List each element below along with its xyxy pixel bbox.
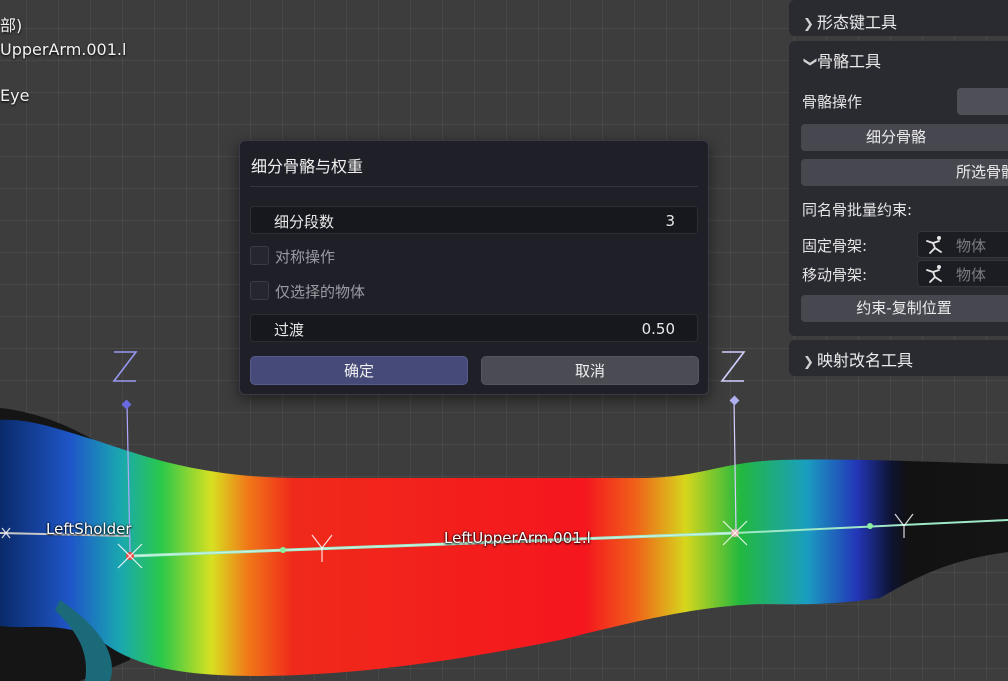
- moving-armature-field[interactable]: 物体: [917, 260, 1008, 287]
- cancel-button[interactable]: 取消: [481, 356, 699, 385]
- viewport-overlay-line-1: 部): [0, 16, 23, 35]
- bone-tools-title: 骨骼工具: [817, 52, 882, 71]
- selected-bones-button[interactable]: 所选骨骼材: [801, 159, 1008, 186]
- shape-keys-section: ❯ 形态键工具: [789, 0, 1008, 36]
- armature-icon: [924, 264, 946, 288]
- bone-tools-section: ❯骨骼工具 骨骼操作 细分骨骼 所选骨骼材 同名骨批量约束: 固定骨架: 物体 …: [789, 41, 1008, 336]
- sidebar-panel: ❯形态键工具 ❯骨骼工具 骨骼操作 细分骨骼 所选骨骼材 同名骨批量约束: 固定…: [789, 0, 1008, 376]
- rename-mapping-header[interactable]: ❯ 映射改名工具: [803, 347, 913, 371]
- subdivide-bones-label: 细分骨骼: [865, 128, 926, 146]
- batch-constraint-label: 同名骨批量约束:: [802, 201, 913, 219]
- selected-only-checkbox[interactable]: [250, 281, 269, 300]
- viewport-overlay-line-3: Eye: [0, 86, 30, 105]
- bone-label-left-upper-arm: LeftUpperArm.001.l: [444, 529, 591, 547]
- segments-value: 3: [665, 212, 675, 230]
- chevron-right-icon: ❯: [803, 355, 814, 370]
- symmetric-checkbox[interactable]: [250, 246, 269, 265]
- bone-tools-header[interactable]: ❯骨骼工具: [802, 48, 882, 72]
- copy-location-constraint-button[interactable]: 约束-复制位置: [801, 295, 1008, 322]
- chevron-down-icon: ❯: [802, 56, 818, 68]
- subdivide-bones-dialog: 细分骨骼与权重 细分段数 3 对称操作 仅选择的物体 过渡 0.50 确定 取消: [239, 140, 709, 395]
- symmetric-label: 对称操作: [275, 248, 336, 266]
- fixed-armature-placeholder: 物体: [956, 237, 987, 255]
- dialog-divider: [250, 186, 698, 187]
- rename-mapping-title: 映射改名工具: [817, 351, 914, 370]
- selected-only-label: 仅选择的物体: [275, 283, 366, 301]
- falloff-field[interactable]: 过渡 0.50: [250, 314, 698, 342]
- shape-keys-title: 形态键工具: [817, 13, 898, 32]
- shape-keys-header[interactable]: ❯ 形态键工具: [803, 9, 897, 33]
- fixed-armature-label: 固定骨架:: [802, 237, 868, 255]
- falloff-value: 0.50: [641, 320, 675, 338]
- rename-mapping-section: ❯ 映射改名工具: [789, 340, 1008, 376]
- subdivide-bones-button[interactable]: 细分骨骼: [801, 124, 1008, 151]
- fixed-armature-field[interactable]: 物体: [917, 231, 1008, 258]
- armature-icon: [924, 235, 946, 259]
- ok-button[interactable]: 确定: [250, 356, 468, 385]
- selected-bones-label: 所选骨骼材: [955, 163, 1008, 181]
- chevron-right-icon: ❯: [803, 17, 814, 32]
- segments-field[interactable]: 细分段数 3: [250, 206, 698, 234]
- copy-location-label: 约束-复制位置: [856, 299, 952, 317]
- bone-ops-dropdown[interactable]: [957, 88, 1008, 115]
- falloff-label: 过渡: [274, 321, 305, 339]
- bone-label-left-shoulder: LeftSholder: [46, 520, 132, 538]
- viewport-overlay-line-2: UpperArm.001.l: [0, 40, 127, 59]
- moving-armature-placeholder: 物体: [956, 266, 987, 284]
- moving-armature-label: 移动骨架:: [802, 266, 868, 284]
- bone-ops-label: 骨骼操作: [802, 93, 863, 111]
- dialog-title: 细分骨骼与权重: [251, 157, 364, 176]
- segments-label: 细分段数: [274, 213, 335, 231]
